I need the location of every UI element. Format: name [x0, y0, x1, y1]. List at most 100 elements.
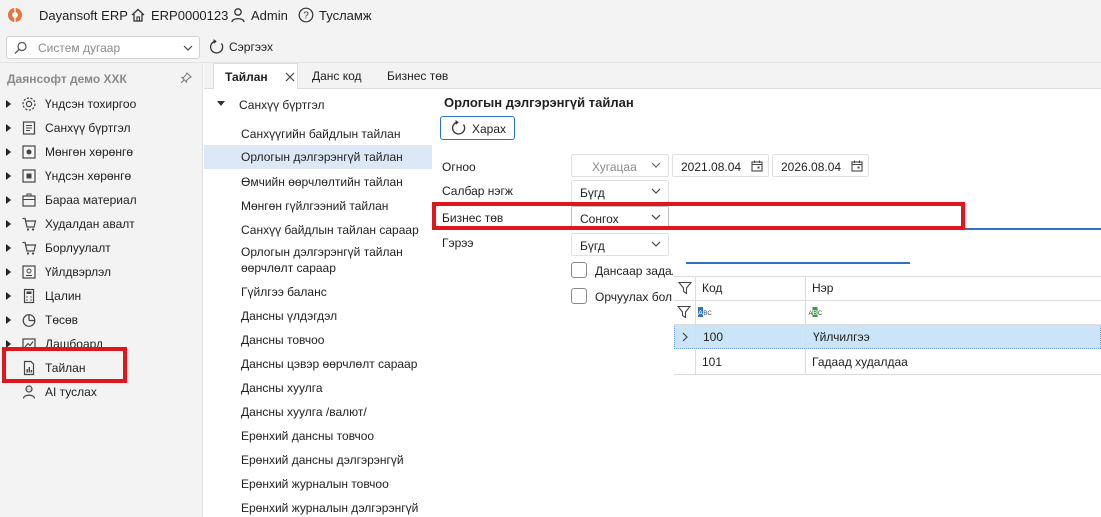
sidebar-item-cash[interactable]: Мөнгөн хөрөнгө [0, 140, 203, 164]
report-item[interactable]: Ерөнхий журналын дэлгэрэнгүй [204, 499, 432, 517]
date-from-field[interactable]: 2021.08.04 [672, 154, 769, 177]
tab-business-center[interactable]: Бизнес төв [387, 63, 448, 89]
split-by-account-checkbox[interactable] [571, 262, 587, 278]
grid-line [695, 276, 696, 374]
expand-caret-icon[interactable] [6, 268, 11, 276]
view-button[interactable]: Харах [440, 116, 515, 140]
sidebar-item-settings[interactable]: Үндсэн тохиргоо [0, 92, 203, 116]
branch-label: Салбар нэгж [442, 184, 513, 198]
filter-icon[interactable] [677, 305, 691, 319]
filter-icon[interactable] [678, 281, 692, 295]
sidebar-item-production[interactable]: Үйлдвэрлэл [0, 260, 203, 284]
report-item[interactable]: Дансны хуулга [204, 379, 432, 401]
ledger-icon [22, 121, 36, 135]
report-item[interactable]: Санхүү байдлын тайлан сараар [204, 219, 432, 241]
expand-caret-icon[interactable] [6, 220, 11, 228]
split-by-account-label: Дансаар задал [595, 264, 673, 278]
report-item[interactable]: Дансны хуулга /валют/ [204, 403, 432, 425]
sidebar-item-ai-assistant[interactable]: AI туслах [0, 380, 203, 404]
grid-line [674, 300, 1101, 301]
close-icon[interactable] [285, 72, 295, 82]
report-item[interactable]: Дансны цэвэр өөрчлөлт сараар [204, 355, 432, 377]
home-company-button[interactable]: ERP0000123 [130, 6, 228, 24]
text-filter-icon[interactable]: A B C [808, 307, 822, 317]
tab-strip: Тайлан Данс код Бизнес төв [204, 63, 1101, 89]
sidebar-item-payroll[interactable]: Цалин [0, 284, 203, 308]
pie-icon [22, 314, 36, 327]
asset-icon [22, 169, 36, 183]
expand-caret-icon[interactable] [6, 148, 11, 156]
report-item[interactable]: Ерөнхий дансны дэлгэрэнгүй [204, 451, 432, 473]
refresh-button[interactable]: Сэргээх [209, 38, 273, 56]
sidebar-item-label: Худалдан авалт [45, 217, 135, 231]
svg-text:?: ? [303, 11, 309, 22]
calendar-icon[interactable] [851, 160, 863, 172]
highlight-business-center-row [432, 202, 965, 230]
expand-caret-icon[interactable] [6, 100, 11, 108]
report-item[interactable]: Гүйлгээ баланс [204, 284, 432, 306]
sidebar-item-budget[interactable]: Төсөв [0, 308, 203, 332]
chevron-down-icon [651, 241, 661, 247]
svg-text:C: C [818, 311, 822, 317]
help-button[interactable]: ? Тусламж [298, 6, 372, 24]
tab-report[interactable]: Тайлан [213, 63, 298, 89]
collapse-caret-icon[interactable] [217, 101, 225, 106]
sidebar-item-label: Санхүү бүртгэл [45, 121, 131, 135]
report-item[interactable]: Өмчийн өөрчлөлтийн тайлан [204, 171, 432, 193]
contract-value: Бүгд [580, 239, 605, 253]
calculator-icon [23, 288, 35, 304]
contract-select[interactable]: Бүгд [571, 233, 669, 256]
branch-select[interactable]: Бүгд [571, 180, 669, 203]
sidebar-item-inventory[interactable]: Бараа материал [0, 188, 203, 212]
report-item[interactable]: Дансны үлдэгдэл [204, 307, 432, 329]
date-label: Огноо [442, 160, 476, 174]
calendar-icon[interactable] [751, 160, 763, 172]
report-item[interactable]: Ерөнхий журналын товчоо [204, 475, 432, 497]
sidebar-item-label: Цалин [45, 289, 82, 303]
report-item[interactable]: Орлогын дэлгэрэнгүй тайлан өөрчлөлт сара… [204, 243, 432, 279]
sidebar-item-purchasing[interactable]: Худалдан авалт [0, 212, 203, 236]
report-item[interactable]: Ерөнхий дансны товчоо [204, 427, 432, 449]
refresh-label: Сэргээх [229, 40, 273, 54]
report-item[interactable]: Мөнгөн гүйлгээний тайлан [204, 195, 432, 217]
user-button[interactable]: Admin [230, 6, 288, 24]
report-item[interactable]: Санхүүгийн байдлын тайлан [204, 123, 432, 145]
column-header-name[interactable]: Нэр [812, 281, 833, 295]
highlight-reports-menu [2, 347, 127, 383]
tab-label: Бизнес төв [387, 69, 449, 83]
tab-account-code[interactable]: Данс код [312, 63, 362, 89]
report-item[interactable]: Дансны товчоо [204, 331, 432, 353]
report-group-title[interactable]: Санхүү бүртгэл [239, 97, 429, 113]
refresh-icon [209, 39, 224, 54]
system-number-search[interactable]: Систем дугаар [6, 36, 200, 59]
pin-icon[interactable] [180, 72, 192, 84]
column-header-code[interactable]: Код [702, 281, 722, 295]
translate-checkbox[interactable] [571, 288, 587, 304]
expand-caret-icon[interactable] [6, 196, 11, 204]
period-value: Хугацаа [592, 160, 637, 174]
dropdown-search-input[interactable] [686, 242, 910, 264]
text-filter-icon[interactable]: A BC [698, 307, 712, 317]
ai-assistant-icon [22, 385, 36, 399]
factory-icon [22, 265, 36, 279]
expand-caret-icon[interactable] [6, 244, 11, 252]
period-select[interactable]: Хугацаа [571, 154, 669, 177]
sidebar-item-fixed-assets[interactable]: Үндсэн хөрөнгө [0, 164, 203, 188]
chevron-down-icon [183, 45, 193, 51]
expand-caret-icon[interactable] [6, 172, 11, 180]
sidebar-item-finance[interactable]: Санхүү бүртгэл [0, 116, 203, 140]
sidebar-item-sales[interactable]: Борлуулалт [0, 236, 203, 260]
cell-name: Гадаад худалдаа [812, 355, 908, 369]
report-tree: Санхүү бүртгэл Санхүүгийн байдлын тайлан… [204, 89, 432, 517]
sidebar-item-label: AI туслах [45, 385, 97, 399]
expand-caret-icon[interactable] [6, 292, 11, 300]
grid-header: Код Нэр [674, 276, 1101, 300]
date-to-field[interactable]: 2026.08.04 [772, 154, 869, 177]
expand-caret-icon[interactable] [6, 316, 11, 324]
grid-line [805, 276, 806, 374]
help-icon: ? [298, 7, 314, 23]
expand-caret-icon[interactable] [6, 124, 11, 132]
report-item-selected[interactable]: Орлогын дэлгэрэнгүй тайлан [204, 145, 432, 169]
table-row[interactable]: 100 Үйлчилгээ [674, 324, 1101, 349]
table-row[interactable]: 101 Гадаад худалдаа [674, 349, 1101, 374]
